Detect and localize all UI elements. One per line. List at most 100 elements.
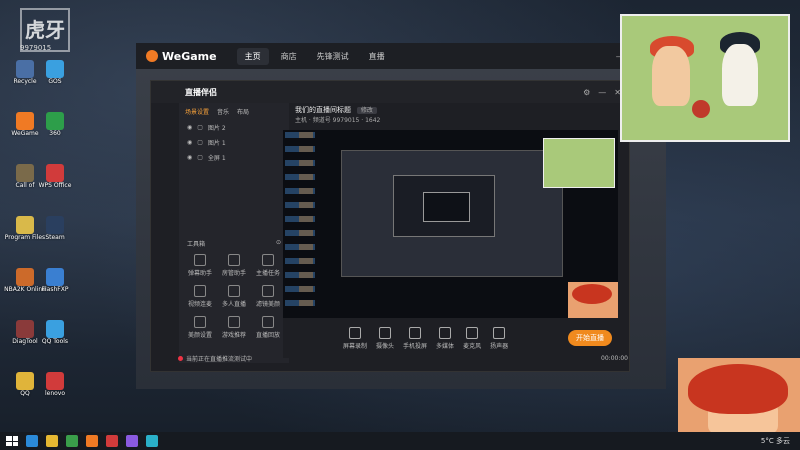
desktop-icon[interactable]: 360 <box>32 112 78 137</box>
lock-icon[interactable]: ▢ <box>197 154 203 161</box>
taskbar: 5°C 多云 <box>0 432 800 450</box>
cartoon-character <box>652 46 690 106</box>
taskbar-app-icon[interactable] <box>106 435 118 447</box>
app-icon <box>46 320 64 338</box>
app-icon <box>46 164 64 182</box>
tool-button[interactable]: 主播任务 <box>253 254 283 277</box>
scene-tab[interactable]: 场景设置 <box>185 107 209 116</box>
wegame-titlebar: WeGame 主页商店先锋测试直播 — □ ✕ <box>136 43 666 69</box>
stream-control-button[interactable]: 麦克风 <box>463 326 481 350</box>
tool-button[interactable]: 多人直播 <box>219 285 249 308</box>
control-label: 手机投屏 <box>403 342 428 350</box>
basketball-icon <box>692 100 710 118</box>
desktop-icon[interactable]: Steam <box>32 216 78 241</box>
tool-button[interactable]: 游戏推荐 <box>219 316 249 339</box>
eye-icon[interactable]: ◉ <box>187 124 192 131</box>
more-icon[interactable]: ⊙ <box>276 239 281 248</box>
desktop-icon[interactable]: QQ Tools <box>32 320 78 345</box>
scene-label: 全屏 1 <box>207 155 226 162</box>
tool-button[interactable]: 直播回放 <box>253 316 283 339</box>
taskbar-app-icon[interactable] <box>146 435 158 447</box>
control-label: 屏幕录制 <box>343 342 368 350</box>
desktop-icon-label: GOS <box>48 78 62 85</box>
desktop-icon-label: WPS Office <box>38 182 72 189</box>
tool-label: 主播任务 <box>255 270 280 277</box>
stream-info: 我们的直播间标题 修改 主机 · 频道号 9979015 · 1642 <box>291 103 629 127</box>
eye-icon[interactable]: ◉ <box>187 139 192 146</box>
tool-icon <box>228 285 240 297</box>
desktop-icon[interactable]: FlashFXP <box>32 268 78 293</box>
tool-button[interactable]: 滤镜美颜 <box>253 285 283 308</box>
stream-control-button[interactable]: 扬声器 <box>490 326 509 350</box>
desktop-icon-label: 360 <box>49 130 61 137</box>
scene-item[interactable]: ◉ ▢ 图片 1 <box>179 135 289 150</box>
wegame-nav: 主页 商店 先锋测试 直播 <box>236 47 393 65</box>
control-icon <box>409 326 422 339</box>
nested-preview-3 <box>423 192 470 222</box>
cartoon-overlay-top <box>620 14 790 142</box>
wegame-nav-item[interactable]: 商店 <box>273 48 305 65</box>
live-app-window-controls: ⚙ — ✕ <box>583 88 621 97</box>
eye-icon[interactable]: ◉ <box>187 154 192 161</box>
tool-icon <box>228 254 240 266</box>
desktop-icon-label: QQ Tools <box>41 338 69 345</box>
scene-tab[interactable]: 音乐 <box>217 107 229 116</box>
tool-label: 房管助手 <box>221 270 246 277</box>
app-icon <box>46 372 64 390</box>
taskbar-app-icon[interactable] <box>26 435 38 447</box>
control-label: 摄像头 <box>376 342 395 350</box>
stream-control-button[interactable]: 摄像头 <box>376 326 395 350</box>
live-app-titlebar: 直播伴侣 ⚙ — ✕ <box>151 81 629 103</box>
app-icon <box>46 112 64 130</box>
taskbar-app-icon[interactable] <box>46 435 58 447</box>
weather-widget[interactable]: 5°C 多云 <box>761 436 790 446</box>
control-icon <box>439 326 452 339</box>
scene-tab[interactable]: 布局 <box>237 107 249 116</box>
tool-button[interactable]: 房管助手 <box>219 254 249 277</box>
scene-tabs: 场景设置 音乐 布局 <box>179 103 289 120</box>
toolbox-grid: 弹幕助手 房管助手 主播任务视频连麦 多人直播 滤镜美颜美颜设置 游戏推荐 直播回放 <box>179 252 289 341</box>
start-stream-button[interactable]: 开始直播 <box>568 330 612 346</box>
wegame-nav-item[interactable]: 主页 <box>236 47 269 65</box>
scene-label: 图片 2 <box>207 125 226 132</box>
settings-icon[interactable]: ⚙ <box>583 88 590 97</box>
tool-button[interactable]: 弹幕助手 <box>185 254 215 277</box>
status-text: 当前正在直播推流测试中 <box>178 354 252 363</box>
control-label: 扬声器 <box>490 342 509 350</box>
live-app-brand: 直播伴侣 <box>185 87 217 97</box>
tool-icon <box>194 316 206 328</box>
stream-control-button[interactable]: 屏幕录制 <box>343 326 368 350</box>
stream-meta: 主机 · 频道号 9979015 · 1642 <box>295 117 381 124</box>
edit-title-button[interactable]: 修改 <box>356 107 377 114</box>
tool-button[interactable]: 美颜设置 <box>185 316 215 339</box>
control-icon <box>493 326 506 339</box>
tool-icon <box>228 316 240 328</box>
stream-control-button[interactable]: 手机投屏 <box>403 326 428 350</box>
taskbar-app-icon[interactable] <box>126 435 138 447</box>
lock-icon[interactable]: ▢ <box>197 124 203 131</box>
cartoon-overlay-middle <box>568 282 618 318</box>
status-bar: 当前正在直播推流测试中 00:00:00 <box>178 352 628 364</box>
app-icon <box>46 60 64 78</box>
tool-label: 直播回放 <box>255 332 280 339</box>
scene-item[interactable]: ◉ ▢ 全屏 1 <box>179 150 289 165</box>
taskbar-app-icon[interactable] <box>66 435 78 447</box>
tool-icon <box>262 316 274 328</box>
windows-start-icon[interactable] <box>6 436 18 446</box>
tool-label: 美颜设置 <box>187 332 212 339</box>
wegame-nav-item[interactable]: 先锋测试 <box>309 48 357 65</box>
tool-button[interactable]: 视频连麦 <box>185 285 215 308</box>
lock-icon[interactable]: ▢ <box>197 139 203 146</box>
scene-item[interactable]: ◉ ▢ 图片 2 <box>179 120 289 135</box>
desktop-icon-label: lenovo <box>44 390 66 397</box>
desktop-icon[interactable]: lenovo <box>32 372 78 397</box>
taskbar-app-icon[interactable] <box>86 435 98 447</box>
stream-title: 我们的直播间标题 <box>295 106 351 114</box>
tool-label: 视频连麦 <box>187 301 212 308</box>
minimize-icon[interactable]: — <box>598 88 606 97</box>
desktop-icon[interactable]: WPS Office <box>32 164 78 189</box>
stream-control-button[interactable]: 多媒体 <box>436 326 454 350</box>
wegame-nav-item[interactable]: 直播 <box>361 48 393 65</box>
desktop-icon[interactable]: GOS <box>32 60 78 85</box>
tool-icon <box>262 285 274 297</box>
